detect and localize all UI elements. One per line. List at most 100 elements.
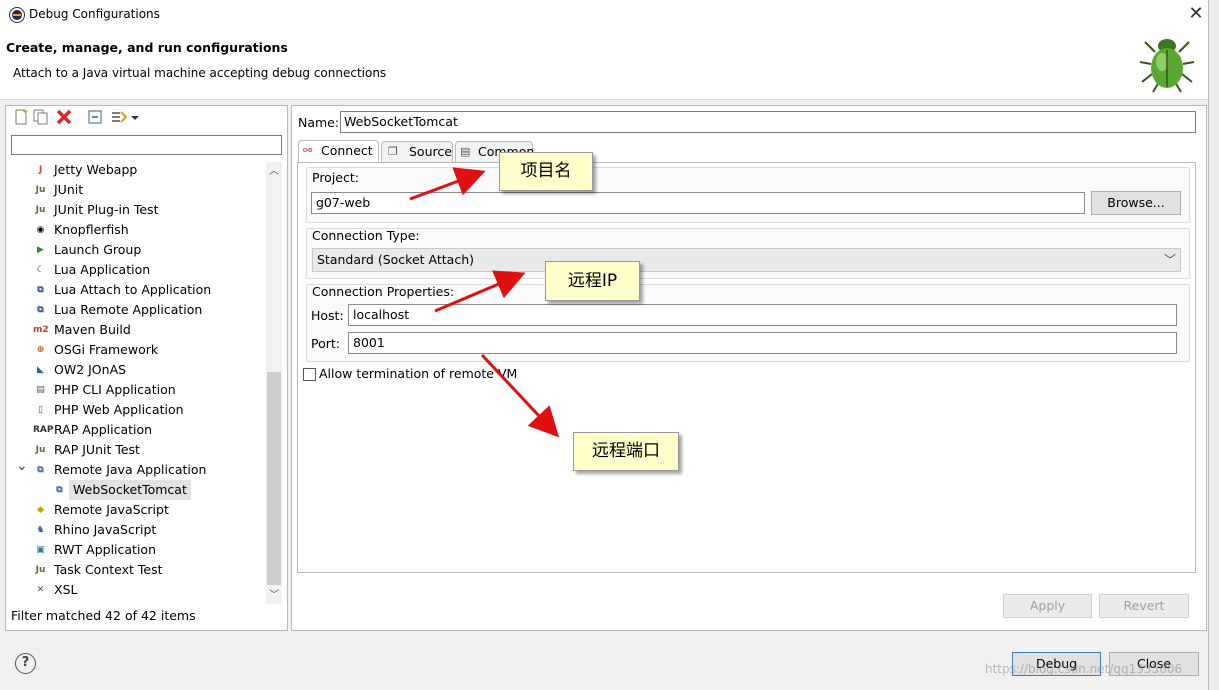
junit-plugin-icon: Ju: [35, 205, 46, 215]
tree-item[interactable]: ☾ Lua Application: [6, 260, 265, 280]
tree-item[interactable]: ⊕ OSGi Framework: [6, 340, 265, 360]
tree-item-label: PHP Web Application: [54, 402, 184, 417]
help-icon[interactable]: ?: [15, 653, 36, 674]
header-subtitle: Attach to a Java virtual machine accepti…: [13, 66, 387, 80]
tree-item[interactable]: ◣ OW2 JOnAS: [6, 360, 265, 380]
common-icon: ▤: [460, 145, 471, 158]
tree-item-label: Jetty Webapp: [54, 162, 138, 177]
lua-attach-icon: ⧉: [37, 285, 44, 295]
tree-item-label: JUnit: [54, 182, 84, 197]
bug-icon: [1139, 39, 1195, 93]
tree-item-label: OSGi Framework: [54, 342, 159, 357]
watermark: https://blog.csdn.net/qq1335606: [985, 662, 1183, 676]
host-field[interactable]: localhost: [348, 304, 1177, 326]
title-bar: [0, 0, 1208, 30]
remote-ip-callout: 远程IP: [545, 261, 640, 301]
tree-item-label: XSL: [54, 582, 78, 597]
tab-source-label: Source: [409, 144, 452, 159]
tree-item[interactable]: ▯ PHP Web Application: [6, 400, 265, 420]
tree-item[interactable]: ◉ Knopflerfish: [6, 220, 265, 240]
browse-button[interactable]: Browse...: [1091, 191, 1181, 215]
eclipse-icon: [10, 8, 24, 22]
tree-item[interactable]: ⧉ Lua Attach to Application: [6, 280, 265, 300]
tab-connect[interactable]: ⚯ Connect: [298, 140, 379, 163]
tree-item-label: Lua Application: [54, 262, 151, 277]
connection-type-label: Connection Type:: [312, 228, 420, 243]
tab-source[interactable]: ❐ Source: [381, 141, 453, 163]
window-close-button[interactable]: ✕: [1186, 3, 1206, 24]
lua-remote-icon: ⧉: [37, 305, 44, 315]
expand-toggle-icon[interactable]: ⌄: [16, 456, 28, 476]
tree-item[interactable]: ⧉ WebSocketTomcat: [6, 480, 265, 500]
tree-item-label: Remote Java Application: [54, 462, 207, 477]
filter-status: Filter matched 42 of 42 items: [11, 608, 196, 623]
lua-icon: ☾: [36, 265, 45, 275]
scroll-down-arrow[interactable]: ﹀: [266, 586, 282, 602]
collapse-all-icon[interactable]: [86, 108, 104, 126]
xsl-icon: ✕: [36, 585, 45, 595]
tree-item[interactable]: J Jetty Webapp: [6, 160, 265, 180]
php-web-icon: ▯: [38, 405, 43, 415]
tree-item[interactable]: Ju JUnit Plug-in Test: [6, 200, 265, 220]
rap-icon: RAP: [33, 425, 54, 435]
osgi-icon: ⊕: [36, 345, 45, 355]
junit-icon: Ju: [35, 185, 46, 195]
tree-item-label: Remote JavaScript: [54, 502, 169, 517]
tree-item[interactable]: ▶ Launch Group: [6, 240, 265, 260]
port-field[interactable]: 8001: [348, 332, 1177, 354]
project-field[interactable]: g07-web: [311, 192, 1085, 214]
tree-item[interactable]: ⧉ Lua Remote Application: [6, 300, 265, 320]
window-title: Debug Configurations: [29, 7, 160, 21]
connection-properties-label: Connection Properties:: [312, 284, 455, 299]
project-label: Project:: [312, 170, 359, 185]
remote-config-icon: ⧉: [56, 485, 63, 495]
new-configuration-icon[interactable]: [12, 108, 30, 126]
filter-input[interactable]: [11, 135, 282, 155]
rap-junit-icon: Ju: [35, 445, 46, 455]
tree-item[interactable]: ◆ Remote JavaScript: [6, 500, 265, 520]
tree-item-label: RAP Application: [54, 422, 153, 437]
tree-item[interactable]: ▤ PHP CLI Application: [6, 380, 265, 400]
rwt-icon: ▣: [36, 545, 45, 555]
rhino-icon: ♞: [36, 525, 45, 535]
project-name-callout: 项目名: [499, 152, 593, 191]
duplicate-icon[interactable]: [32, 108, 50, 126]
filter-icon[interactable]: [110, 108, 128, 126]
apply-button[interactable]: Apply: [1003, 594, 1092, 618]
name-field[interactable]: WebSocketTomcat: [340, 111, 1196, 133]
tree-item[interactable]: ♞ Rhino JavaScript: [6, 520, 265, 540]
jetty-icon: J: [38, 165, 43, 175]
connection-type-select[interactable]: Standard (Socket Attach): [312, 248, 1181, 272]
maven-icon: m2: [33, 325, 49, 335]
tab-connect-label: Connect: [321, 143, 373, 158]
name-label: Name:: [298, 115, 340, 130]
tree-item-label: Task Context Test: [54, 562, 163, 577]
port-label: Port:: [311, 336, 340, 351]
chevron-down-icon[interactable]: ﹀: [1164, 251, 1176, 268]
configuration-tree: J Jetty Webapp Ju JUnit Ju JUnit Plug-in Test…: [6, 160, 265, 604]
dropdown-icon[interactable]: [130, 108, 140, 126]
revert-button[interactable]: Revert: [1099, 594, 1189, 618]
allow-termination-label[interactable]: Allow termination of remote VM: [319, 366, 517, 381]
tree-item[interactable]: ✕ XSL: [6, 580, 265, 600]
allow-termination-checkbox[interactable]: [303, 368, 316, 381]
tree-item-label: WebSocketTomcat: [69, 480, 191, 500]
scroll-up-arrow[interactable]: ︿: [266, 162, 282, 178]
background-window-strip: [1208, 0, 1219, 690]
tree-item-label: JUnit Plug-in Test: [54, 202, 159, 217]
tree-item[interactable]: RAP RAP Application: [6, 420, 265, 440]
tree-item-label: RAP JUnit Test: [54, 442, 140, 457]
tree-item[interactable]: Ju RAP JUnit Test: [6, 440, 265, 460]
scroll-thumb[interactable]: [267, 372, 281, 585]
tree-item[interactable]: ▣ RWT Application: [6, 540, 265, 560]
delete-icon[interactable]: [55, 108, 73, 126]
tree-item-label: Lua Attach to Application: [54, 282, 212, 297]
tree-item-label: Rhino JavaScript: [54, 522, 157, 537]
tree-item[interactable]: m2 Maven Build: [6, 320, 265, 340]
tree-item-label: Maven Build: [54, 322, 131, 337]
tree-item[interactable]: Ju JUnit: [6, 180, 265, 200]
tree-item[interactable]: ⌄ ⧉ Remote Java Application: [6, 458, 265, 480]
tree-item[interactable]: Ju Task Context Test: [6, 560, 265, 580]
php-cli-icon: ▤: [36, 385, 45, 395]
tree-item-label: Knopflerfish: [54, 222, 129, 237]
